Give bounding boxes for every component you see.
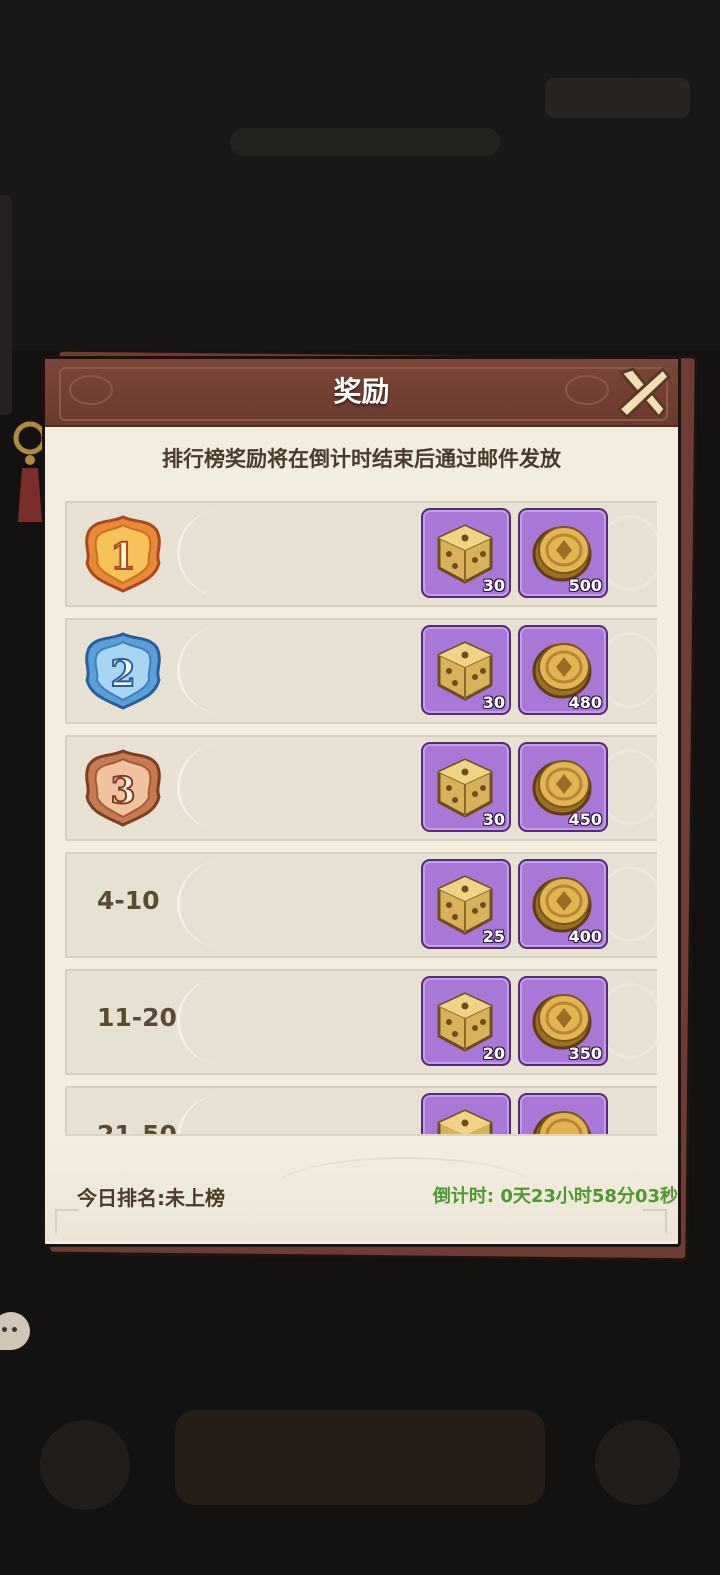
reward-list[interactable]: 1 30 500 2 30 480 3 30 450 4-10 25 400 1… <box>65 499 657 1136</box>
row-decoration <box>177 977 270 1065</box>
reward-quantity: 450 <box>568 810 602 829</box>
reward-slot-dice[interactable]: 30 <box>421 742 511 832</box>
footer-corner-right <box>643 1209 667 1233</box>
reward-slot-coin[interactable]: 400 <box>518 859 608 949</box>
background-button <box>545 78 690 118</box>
dice-icon <box>437 1109 493 1134</box>
reward-row-rank-1: 1 30 500 <box>65 501 657 607</box>
reward-dialog: 奖励 排行榜奖励将在倒计时结束后通过邮件发放 1 30 500 2 30 480… <box>42 356 681 1247</box>
background-side-tab <box>0 195 12 415</box>
row-decoration <box>177 509 270 597</box>
footer-corner-left <box>55 1209 79 1233</box>
today-rank: 今日排名:未上榜 <box>77 1186 225 1210</box>
svg-text:1: 1 <box>110 536 135 578</box>
reward-slot-dice[interactable]: 30 <box>421 625 511 715</box>
close-button[interactable] <box>613 363 673 423</box>
reward-quantity: 400 <box>568 927 602 946</box>
reward-quantity: 480 <box>568 693 602 712</box>
row-decoration <box>177 743 270 831</box>
background-left-button <box>40 1420 130 1510</box>
reward-quantity: 30 <box>482 810 505 829</box>
svg-text:3: 3 <box>110 770 135 812</box>
reward-quantity: 350 <box>568 1044 602 1063</box>
dialog-title: 奖励 <box>333 375 390 408</box>
reward-row-rank-2: 2 30 480 <box>65 618 657 724</box>
background-scene <box>0 0 720 350</box>
svg-text:2: 2 <box>110 653 135 695</box>
reward-notice: 排行榜奖励将在倒计时结束后通过邮件发放 <box>162 447 561 471</box>
dialog-header: 奖励 <box>45 359 678 427</box>
close-x-icon <box>617 367 671 419</box>
reward-slot-dice[interactable]: 30 <box>421 508 511 598</box>
reward-quantity: 20 <box>482 1044 505 1063</box>
reward-slot-coin[interactable]: 350 <box>518 976 608 1066</box>
rank-range-label: 11-20 <box>97 1003 177 1032</box>
reward-row-rank-3: 3 30 450 <box>65 735 657 841</box>
background-right-button <box>595 1420 680 1505</box>
reward-quantity: 25 <box>482 927 505 946</box>
gold-medal-icon: 1 <box>85 515 161 593</box>
rank-range-label: 21-50 <box>97 1120 177 1136</box>
background-bottom-bar <box>175 1410 545 1505</box>
row-decoration <box>177 626 270 714</box>
reward-slot-coin[interactable]: 500 <box>518 508 608 598</box>
countdown-timer: 倒计时: 0天23小时58分03秒 <box>432 1186 678 1207</box>
chat-bubble-icon[interactable] <box>0 1312 30 1350</box>
coin-icon <box>532 1111 592 1134</box>
bronze-medal-icon: 3 <box>85 749 161 827</box>
reward-slot-dice[interactable]: 25 <box>421 859 511 949</box>
rank-range-label: 4-10 <box>97 886 160 915</box>
reward-slot-coin[interactable] <box>518 1093 608 1134</box>
row-decoration <box>177 860 270 948</box>
reward-slot-coin[interactable]: 480 <box>518 625 608 715</box>
reward-quantity: 500 <box>568 576 602 595</box>
reward-row-rank-4-10: 4-10 25 400 <box>65 852 657 958</box>
reward-slot-dice[interactable]: 20 <box>421 976 511 1066</box>
reward-row-rank-11-20: 11-20 20 350 <box>65 969 657 1075</box>
reward-quantity: 30 <box>482 693 505 712</box>
background-title <box>230 128 500 156</box>
reward-quantity: 30 <box>482 576 505 595</box>
reward-slot-coin[interactable]: 450 <box>518 742 608 832</box>
row-decoration <box>177 1094 270 1134</box>
dialog-footer: 今日排名:未上榜 倒计时: 0天23小时58分03秒 <box>45 1137 678 1241</box>
reward-slot-dice[interactable] <box>421 1093 511 1134</box>
reward-row-rank-21-50: 21-50 <box>65 1086 657 1136</box>
silver-medal-icon: 2 <box>85 632 161 710</box>
